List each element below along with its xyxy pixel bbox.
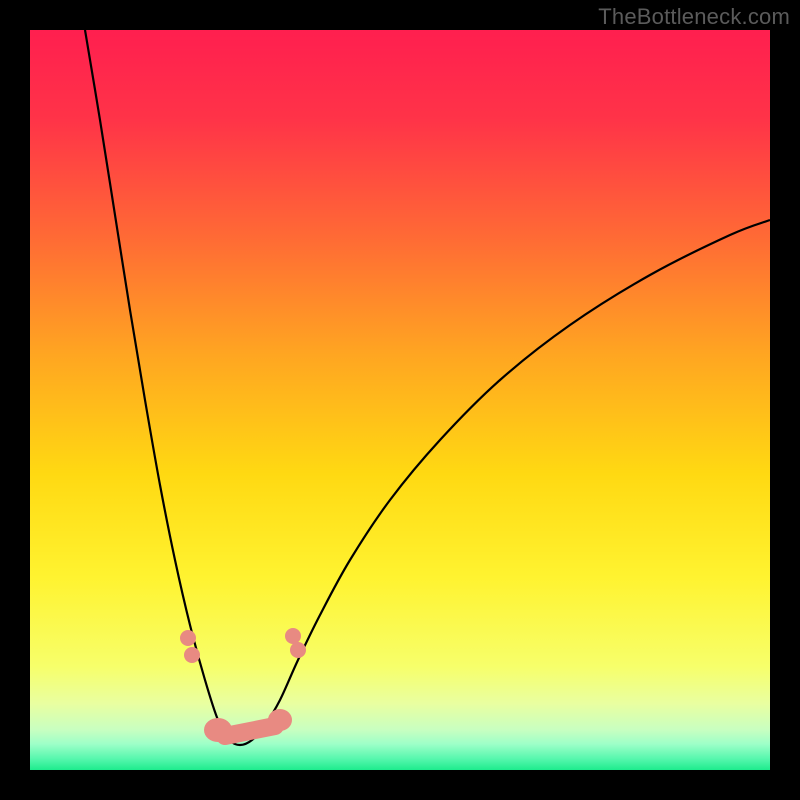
watermark-text: TheBottleneck.com: [598, 4, 790, 30]
curve-layer: [30, 30, 770, 770]
plot-area: [30, 30, 770, 770]
marker-dot: [180, 630, 196, 646]
marker-dot: [285, 628, 301, 644]
chart-frame: TheBottleneck.com: [0, 0, 800, 800]
marker-dot: [290, 642, 306, 658]
marker-dot: [184, 647, 200, 663]
marker-bar: [225, 726, 275, 736]
